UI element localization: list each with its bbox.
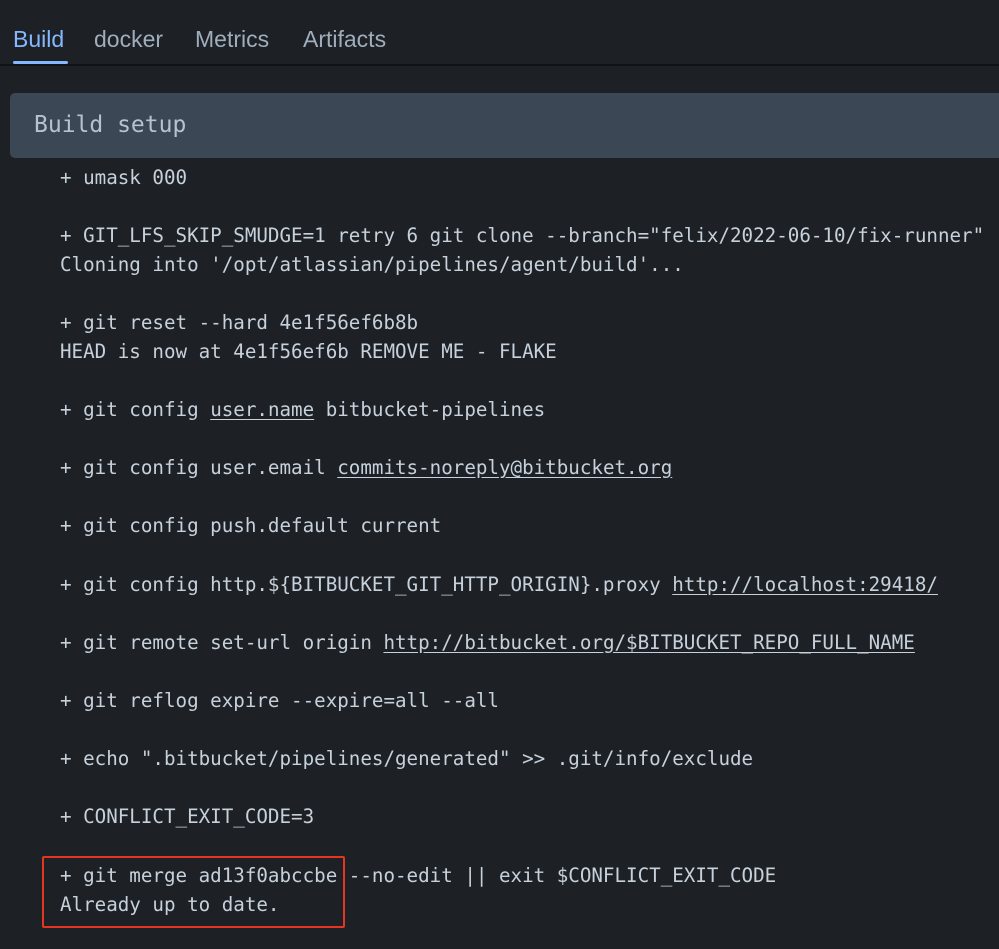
log-line-clone-out: Cloning into '/opt/atlassian/pipelines/a…	[60, 253, 684, 276]
proxy-link[interactable]: http://localhost:29418/	[672, 573, 938, 596]
log-output: + umask 000 + GIT_LFS_SKIP_SMUDGE=1 retr…	[60, 0, 999, 949]
user-name-link[interactable]: user.name	[210, 398, 314, 421]
log-line-umask: + umask 000	[60, 166, 188, 189]
log-line-clone-cmd: + GIT_LFS_SKIP_SMUDGE=1 retry 6 git clon…	[60, 224, 985, 247]
log-text: + git config http.${BITBUCKET_GIT_HTTP_O…	[60, 573, 673, 596]
log-line-reset-cmd: + git reset --hard 4e1f56ef6b8b	[60, 311, 419, 334]
log-line-remote: + git remote set-url origin http://bitbu…	[60, 630, 915, 656]
log-line-config-push: + git config push.default current	[60, 514, 442, 537]
log-line-reflog: + git reflog expire --expire=all --all	[60, 689, 499, 712]
log-line-config-email: + git config user.email commits-noreply@…	[60, 455, 672, 481]
email-link[interactable]: commits-noreply@bitbucket.org	[337, 456, 672, 479]
log-line-conflict: + CONFLICT_EXIT_CODE=3	[60, 805, 315, 828]
highlight-box	[42, 856, 345, 928]
log-text: + git remote set-url origin	[60, 631, 384, 654]
tab-build[interactable]: Build	[13, 24, 64, 54]
log-text: + git config user.email	[60, 456, 338, 479]
log-text: bitbucket-pipelines	[314, 398, 546, 421]
log-line-config-name: + git config user.name bitbucket-pipelin…	[60, 397, 545, 423]
log-line-reset-out: HEAD is now at 4e1f56ef6b REMOVE ME - FL…	[60, 340, 557, 363]
log-text: + git config	[60, 398, 211, 421]
remote-url-link[interactable]: http://bitbucket.org/$BITBUCKET_REPO_FUL…	[383, 631, 914, 654]
log-line-config-proxy: + git config http.${BITBUCKET_GIT_HTTP_O…	[60, 572, 938, 598]
log-line-echo: + echo ".bitbucket/pipelines/generated" …	[60, 747, 754, 770]
